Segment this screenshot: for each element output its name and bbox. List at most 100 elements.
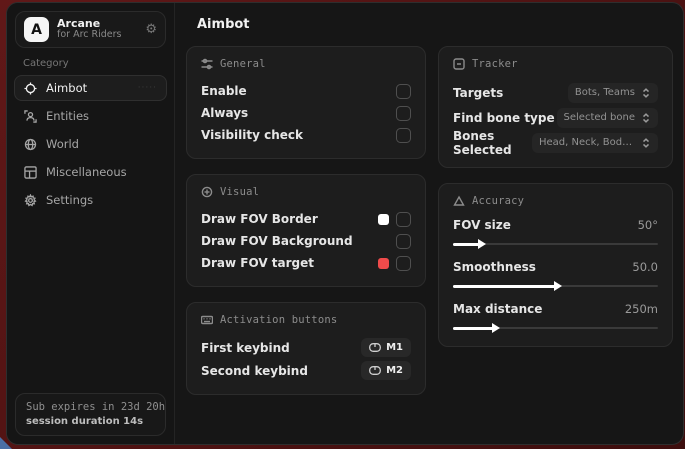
keybind-value: M2 [386,365,403,376]
setting-label: Bones Selected [453,129,532,157]
slider-value: 50.0 [632,260,658,274]
unfold-more-icon [641,113,651,123]
enable-checkbox[interactable] [396,84,411,99]
always-checkbox[interactable] [396,106,411,121]
sidebar-item-aimbot[interactable]: Aimbot ····· [14,75,167,101]
fov-circle-icon [201,186,213,198]
find-bone-type-dropdown[interactable]: Selected bone [557,108,658,128]
max-distance-slider[interactable] [453,324,658,332]
slider-value: 250m [625,302,658,316]
setting-row-bones-selected: Bones Selected Head, Neck, Body, Fe... [453,130,658,155]
setting-row-visibility-check: Visibility check [201,124,411,146]
setting-row-targets: Targets Bots, Teams [453,80,658,105]
color-swatch-white[interactable] [378,214,389,225]
triangle-icon [453,195,465,207]
session-duration-text: session duration 14s [26,416,155,427]
slider-handle[interactable] [478,239,486,249]
sidebar-item-settings[interactable]: Settings [14,187,167,213]
settings-gear-icon[interactable]: ⚙ [145,22,157,37]
setting-row-always: Always [201,102,411,124]
panel-title: General [220,58,266,70]
category-label: Category [23,58,174,69]
mouse-icon [369,343,381,352]
second-keybind-button[interactable]: M2 [361,361,411,380]
mouse-icon [369,366,381,375]
setting-row-first-keybind: First keybind M1 [201,336,411,359]
setting-label: Targets [453,86,503,100]
slider-fill [453,243,480,246]
box-select-icon [453,58,465,70]
setting-row-second-keybind: Second keybind M2 [201,359,411,382]
panel-title: Tracker [472,58,518,70]
globe-icon [24,138,37,151]
setting-label: Enable [201,84,247,98]
app-logo: A [24,17,49,42]
sidebar-item-label: Entities [46,109,89,123]
setting-label: Smoothness [453,260,536,274]
setting-label: Max distance [453,302,542,316]
slider-value: 50° [638,218,658,232]
sidebar-item-label: World [46,137,79,151]
sliders-icon [201,58,213,70]
brand-card: A Arcane for Arc Riders ⚙ [15,11,166,48]
setting-label: Draw FOV Background [201,234,353,248]
sub-expiry-text: Sub expires in 23d 20h [26,401,155,413]
sidebar-item-world[interactable]: World [14,131,167,157]
unfold-more-icon [641,88,651,98]
setting-row-find-bone-type: Find bone type Selected bone [453,105,658,130]
keyboard-icon [201,314,213,326]
app-window: A Arcane for Arc Riders ⚙ Category Aimbo… [6,2,684,445]
slider-group-smoothness: Smoothness 50.0 [453,259,658,290]
setting-label: Visibility check [201,128,303,142]
draw-fov-background-checkbox[interactable] [396,234,411,249]
draw-fov-border-checkbox[interactable] [396,212,411,227]
draw-fov-target-checkbox[interactable] [396,256,411,271]
setting-row-draw-fov-background: Draw FOV Background [201,230,411,252]
panel-title: Accuracy [472,195,524,207]
slider-handle[interactable] [492,323,500,333]
setting-label: Second keybind [201,364,308,378]
dropdown-value: Bots, Teams [575,87,635,98]
setting-label: First keybind [201,341,290,355]
slider-fill [453,327,494,330]
slider-group-fov-size: FOV size 50° [453,217,658,248]
setting-label: Draw FOV target [201,256,314,270]
setting-label: Find bone type [453,111,555,125]
sidebar-nav: Aimbot ····· Entities World Miscellaneo [7,75,174,213]
layout-icon [24,166,37,179]
color-swatch-red[interactable] [378,258,389,269]
visibility-check-checkbox[interactable] [396,128,411,143]
slider-group-max-distance: Max distance 250m [453,301,658,332]
first-keybind-button[interactable]: M1 [361,338,411,357]
slider-handle[interactable] [554,281,562,291]
panel-activation-buttons: Activation buttons First keybind M1 Seco… [186,302,426,395]
bones-selected-dropdown[interactable]: Head, Neck, Body, Fe... [532,133,658,153]
setting-label: Always [201,106,248,120]
entities-icon [24,110,37,123]
setting-row-enable: Enable [201,80,411,102]
sidebar-item-label: Settings [46,193,93,207]
fov-size-slider[interactable] [453,240,658,248]
dropdown-value: Head, Neck, Body, Fe... [539,137,635,148]
slider-fill [453,285,556,288]
unfold-more-icon [641,138,651,148]
targets-dropdown[interactable]: Bots, Teams [568,83,658,103]
sidebar: A Arcane for Arc Riders ⚙ Category Aimbo… [7,3,175,444]
setting-row-draw-fov-border: Draw FOV Border [201,208,411,230]
panel-accuracy: Accuracy FOV size 50° [438,183,673,347]
subscription-card: Sub expires in 23d 20h session duration … [15,393,166,436]
setting-label: Draw FOV Border [201,212,318,226]
setting-row-draw-fov-target: Draw FOV target [201,252,411,274]
crosshair-icon [24,82,37,95]
dropdown-value: Selected bone [564,112,635,123]
nav-hint-dots: ····· [138,83,157,93]
page-title: Aimbot [197,17,671,32]
main-content: Aimbot General Enable Always [175,3,683,444]
sidebar-item-entities[interactable]: Entities [14,103,167,129]
sidebar-item-label: Miscellaneous [46,165,127,179]
sidebar-item-label: Aimbot [46,81,87,95]
panel-general: General Enable Always Visibility check [186,46,426,159]
sidebar-item-miscellaneous[interactable]: Miscellaneous [14,159,167,185]
setting-label: FOV size [453,218,511,232]
smoothness-slider[interactable] [453,282,658,290]
